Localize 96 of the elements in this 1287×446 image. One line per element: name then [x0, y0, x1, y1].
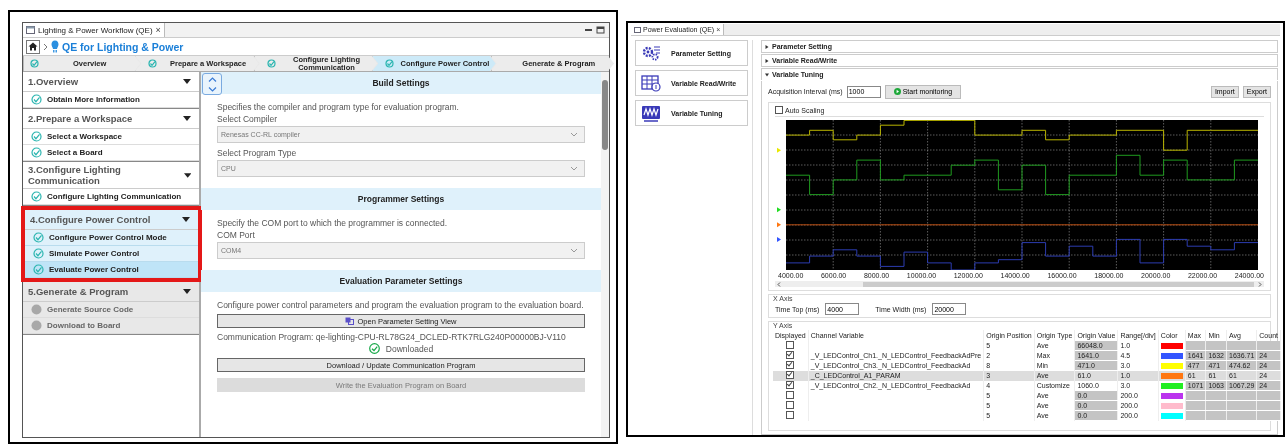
scrollbar[interactable] [775, 281, 1264, 287]
sidebar-item[interactable]: Obtain More Information [23, 92, 199, 108]
checkbox[interactable] [786, 401, 795, 409]
color-swatch[interactable] [1160, 412, 1183, 419]
dropdown-icon [183, 116, 191, 121]
chevron-right-icon [1258, 281, 1262, 287]
sidebar-item[interactable]: Configure Lighting Communication [23, 189, 199, 205]
checkbox[interactable] [775, 106, 783, 114]
tab-title: Lighting & Power Workflow (QE) [38, 25, 153, 35]
field-label: Select Compiler [217, 114, 278, 124]
channel-marker-icon [777, 222, 781, 228]
section-header[interactable]: 4.Configure Power Control [25, 210, 198, 230]
color-swatch[interactable] [1160, 372, 1183, 379]
sidebar-item[interactable]: Select a Workspace [23, 129, 199, 145]
maximize-icon [596, 26, 605, 34]
page-title: QE for Lighting & Power [62, 40, 184, 53]
section-header[interactable]: 3.Configure Lighting Communication [23, 162, 199, 189]
section-title: Build Settings [372, 78, 430, 88]
channel-marker-icon [777, 236, 781, 242]
collapsed-icon [765, 58, 769, 63]
description-text: Configure power control parameters and program the evaluation program to the evaluation board. [217, 300, 585, 310]
chevron-icon [43, 42, 48, 51]
color-swatch[interactable] [1160, 392, 1183, 399]
program-name-text: Communication Program: qe-lighting-CPU-RL78G24_DCLED-RTK7RLG240P00000BJ-V110 [217, 332, 567, 342]
dot-icon [31, 320, 42, 331]
up-icon [207, 76, 217, 82]
waveform-icon [641, 104, 661, 122]
down-icon [207, 86, 217, 92]
section-header[interactable]: 1.Overview [23, 72, 199, 92]
window-icon [26, 26, 35, 34]
scrollbar-thumb[interactable] [863, 281, 1254, 287]
check-circle-icon [31, 94, 42, 105]
dropdown-icon [183, 79, 191, 84]
section-header[interactable]: 5.Generate & Program [23, 282, 199, 302]
scroll-buttons[interactable] [202, 73, 222, 95]
color-swatch[interactable] [1160, 382, 1183, 389]
color-swatch[interactable] [1160, 362, 1183, 369]
chevron-down-icon [570, 132, 578, 137]
close-button[interactable]: × [155, 25, 161, 35]
description-text: Specify the COM port to which the programmer is connected. [217, 218, 449, 228]
sidebar-item[interactable]: Configure Power Control Mode [25, 230, 198, 246]
section-header[interactable]: 2.Prepare a Workspace [23, 109, 199, 129]
color-swatch[interactable] [1160, 342, 1183, 349]
expanded-icon [765, 72, 769, 77]
collapsed-icon [765, 44, 769, 49]
description-text: Specifies the compiler and program type for evaluation program. [217, 102, 460, 112]
dot-icon [31, 304, 42, 315]
sidebar-item[interactable]: Select a Board [23, 145, 199, 161]
color-swatch[interactable] [1160, 352, 1183, 359]
channel-marker-icon [777, 147, 781, 153]
checkbox[interactable] [786, 361, 795, 369]
dropdown-icon [182, 217, 190, 222]
check-circle-icon [33, 264, 44, 275]
checkbox[interactable] [786, 341, 795, 350]
sidebar-item[interactable]: Download to Board [23, 318, 199, 334]
chevron-down-icon [570, 166, 578, 171]
home-icon [28, 42, 38, 51]
home-button[interactable] [26, 39, 40, 54]
section-title: Evaluation Parameter Settings [339, 276, 463, 286]
dropdown-icon [183, 172, 191, 178]
channel-marker-icon [777, 207, 781, 213]
dropdown-icon [183, 289, 191, 294]
check-circle-icon [148, 59, 158, 68]
sidebar-item[interactable]: Evaluate Power Control [25, 262, 198, 278]
checkbox[interactable] [786, 371, 795, 379]
gears-icon [641, 44, 661, 62]
field-label: Select Program Type [217, 148, 298, 158]
field-label: COM Port [217, 230, 256, 240]
table-icon [641, 74, 661, 92]
play-icon [893, 88, 901, 95]
scrollbar[interactable] [601, 72, 609, 437]
window-icon [634, 26, 641, 33]
minimize-icon [584, 26, 593, 34]
check-circle-icon [31, 191, 42, 202]
check-circle-icon [31, 147, 42, 158]
check-circle-icon [368, 343, 380, 354]
check-circle-icon [385, 59, 395, 68]
check-circle-icon [33, 232, 44, 243]
color-swatch[interactable] [1160, 402, 1183, 409]
checkbox[interactable] [786, 381, 795, 389]
sidebar-item[interactable]: Generate Source Code [23, 302, 199, 318]
chevron-down-icon [570, 248, 578, 253]
check-circle-icon [31, 131, 42, 142]
chevron-left-icon [777, 281, 781, 287]
check-circle-icon [33, 248, 44, 259]
view-tab[interactable]: Lighting & Power Workflow (QE) × [23, 23, 165, 37]
checkbox[interactable] [786, 411, 795, 419]
check-circle-icon [266, 59, 276, 68]
status-text: Downloaded [385, 343, 434, 354]
checkbox[interactable] [786, 391, 795, 399]
section-title: Programmer Settings [357, 194, 445, 204]
check-circle-icon [30, 59, 39, 68]
scrollbar-thumb[interactable] [602, 80, 608, 150]
bulb-icon [51, 40, 59, 53]
checkbox[interactable] [786, 351, 795, 359]
window-stack-icon [345, 317, 355, 325]
